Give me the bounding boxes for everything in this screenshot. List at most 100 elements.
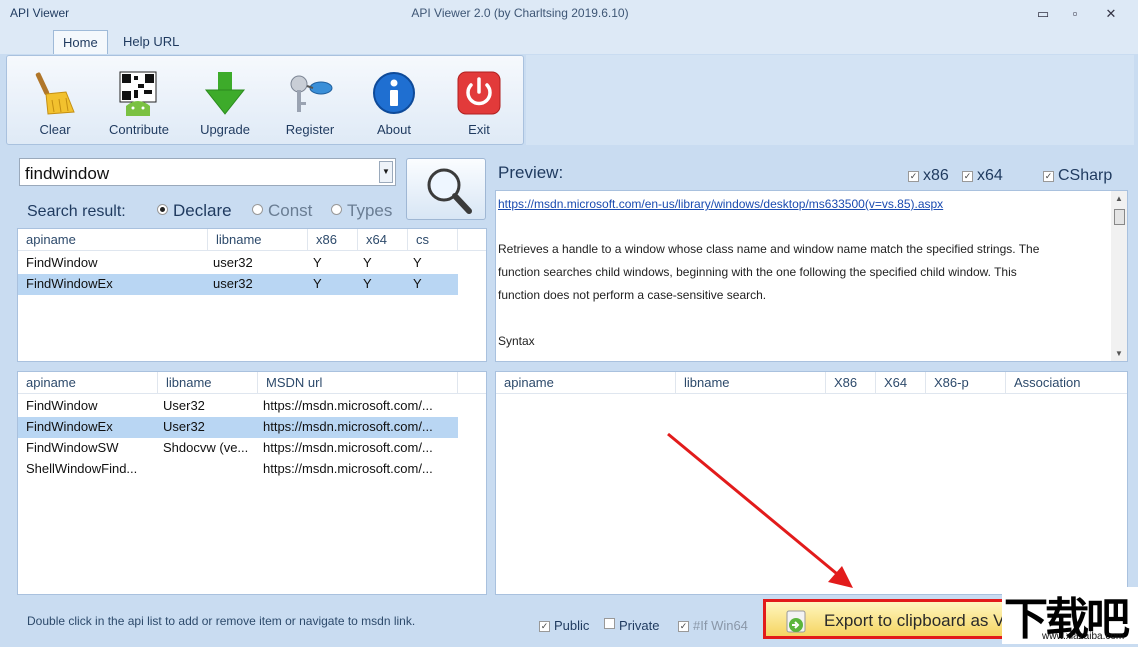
search-result-label: Search result: <box>27 203 126 220</box>
col-association[interactable]: Association <box>1006 372 1127 394</box>
cell-libname: user32 <box>213 255 253 270</box>
window-title: API Viewer 2.0 (by Charltsing 2019.6.10) <box>411 6 629 20</box>
cell-x64: Y <box>363 255 372 270</box>
cell-cs: Y <box>413 255 422 270</box>
watermark-site: www.xiazaiba.com <box>1042 631 1125 642</box>
if-win64-checkbox[interactable]: ✓ #If Win64 <box>678 618 748 633</box>
close-button[interactable]: ✕ <box>1098 4 1124 24</box>
export-label: Export to clipboard as V <box>824 611 1005 630</box>
check-icon: ✓ <box>539 621 550 632</box>
msdn-link[interactable]: https://msdn.microsoft.com/en-us/library… <box>498 197 943 211</box>
scroll-thumb[interactable] <box>1114 209 1125 225</box>
private-checkbox[interactable]: Private <box>604 618 659 633</box>
down-arrow-icon <box>204 72 246 115</box>
preview-scrollbar[interactable]: ▲ ▼ <box>1111 191 1127 361</box>
preview-line: Retrieves a handle to a window whose cla… <box>498 242 1040 256</box>
upgrade-label: Upgrade <box>200 122 250 137</box>
search-input[interactable]: findwindow <box>25 164 109 184</box>
exit-button[interactable]: Exit <box>439 62 519 140</box>
info-icon <box>373 72 415 114</box>
search-button[interactable] <box>406 158 486 220</box>
clipboard-icon <box>786 610 806 633</box>
col-x86[interactable]: x86 <box>308 229 358 251</box>
x86-checkbox-label: x86 <box>923 167 949 184</box>
clear-label: Clear <box>39 122 71 137</box>
table-row[interactable]: FindWindowEx user32 Y Y Y <box>18 274 458 295</box>
about-button[interactable]: About <box>354 62 434 140</box>
cell-apiname: ShellWindowFind... <box>26 461 138 476</box>
exit-label: Exit <box>468 122 490 137</box>
table-row[interactable]: ShellWindowFind... https://msdn.microsof… <box>18 459 458 480</box>
minimize-button[interactable]: ▭ <box>1030 4 1056 24</box>
col-cs[interactable]: cs <box>408 229 458 251</box>
public-checkbox[interactable]: ✓ Public <box>539 618 589 633</box>
broom-icon <box>35 72 75 115</box>
preview-line: function searches child windows, beginni… <box>498 265 1017 279</box>
table-row[interactable]: FindWindow user32 Y Y Y <box>18 253 458 274</box>
col-x86[interactable]: X86 <box>826 372 876 394</box>
upgrade-button[interactable]: Upgrade <box>185 62 265 140</box>
association-list[interactable]: apiname libname X86 X64 X86-p Associatio… <box>495 371 1128 595</box>
power-icon <box>457 71 501 115</box>
contribute-button[interactable]: Contribute <box>99 62 179 140</box>
restore-button[interactable]: ▫ <box>1062 4 1088 24</box>
x86-checkbox[interactable]: ✓ x86 <box>908 167 949 185</box>
preview-label: Preview: <box>498 163 564 182</box>
preview-pane[interactable]: https://msdn.microsoft.com/en-us/library… <box>495 190 1128 362</box>
x64-checkbox[interactable]: ✓ x64 <box>962 167 1003 185</box>
public-checkbox-label: Public <box>554 618 590 633</box>
radio-types[interactable]: Types <box>331 201 392 221</box>
x64-checkbox-label: x64 <box>977 167 1003 184</box>
col-x64[interactable]: X64 <box>876 372 926 394</box>
radio-declare[interactable]: Declare <box>157 201 232 221</box>
check-icon: ✓ <box>678 621 689 632</box>
col-x64[interactable]: x64 <box>358 229 408 251</box>
magnifier-icon <box>427 168 472 214</box>
col-apiname[interactable]: apiname <box>496 372 676 394</box>
cell-apiname: FindWindow <box>26 398 98 413</box>
chevron-down-icon[interactable]: ▼ <box>379 161 393 183</box>
title-bar: API Viewer API Viewer 2.0 (by Charltsing… <box>0 0 1138 28</box>
table-row[interactable]: FindWindowSW Shdocvw (ve... https://msdn… <box>18 438 458 459</box>
contribute-label: Contribute <box>109 122 169 137</box>
scroll-up-icon[interactable]: ▲ <box>1115 194 1123 203</box>
col-apiname[interactable]: apiname <box>18 372 158 394</box>
col-apiname[interactable]: apiname <box>18 229 208 251</box>
about-label: About <box>377 122 411 137</box>
cell-url: https://msdn.microsoft.com/... <box>263 419 433 434</box>
cell-x86: Y <box>313 255 322 270</box>
search-combo[interactable]: findwindow ▼ <box>19 158 396 186</box>
preview-line: function does not perform a case-sensiti… <box>498 288 767 302</box>
results-header: apiname libname x86 x64 cs <box>18 229 486 251</box>
tab-help-url[interactable]: Help URL <box>114 30 188 54</box>
scroll-down-icon[interactable]: ▼ <box>1115 349 1123 358</box>
col-libname[interactable]: libname <box>676 372 826 394</box>
tab-home[interactable]: Home <box>53 30 108 54</box>
col-x86-p[interactable]: X86-p <box>926 372 1006 394</box>
table-row[interactable]: FindWindow User32 https://msdn.microsoft… <box>18 396 458 417</box>
table-row[interactable]: FindWindowEx User32 https://msdn.microso… <box>18 417 458 438</box>
cell-apiname: FindWindowSW <box>26 440 119 455</box>
export-clipboard-button[interactable]: Export to clipboard as V <box>763 599 1025 639</box>
preview-syntax: Syntax <box>498 334 535 348</box>
clear-button[interactable]: Clear <box>15 62 95 140</box>
ribbon-group: Clear Contribute Upgrade Register About … <box>6 55 524 145</box>
results-list[interactable]: apiname libname x86 x64 cs FindWindow us… <box>17 228 487 362</box>
cell-apiname: FindWindowEx <box>26 276 113 291</box>
check-icon: ✓ <box>962 171 973 182</box>
radio-types-label: Types <box>347 201 393 220</box>
cell-libname: Shdocvw (ve... <box>163 440 249 455</box>
col-msdn-url[interactable]: MSDN url <box>258 372 458 394</box>
radio-dot-icon <box>157 204 168 215</box>
col-libname[interactable]: libname <box>158 372 258 394</box>
cell-url: https://msdn.microsoft.com/... <box>263 440 433 455</box>
key-icon <box>290 75 333 112</box>
msdn-header: apiname libname MSDN url <box>18 372 486 394</box>
csharp-checkbox[interactable]: ✓ CSharp <box>1043 167 1112 185</box>
cell-url: https://msdn.microsoft.com/... <box>263 398 433 413</box>
col-libname[interactable]: libname <box>208 229 308 251</box>
register-button[interactable]: Register <box>270 62 350 140</box>
radio-const[interactable]: Const <box>252 201 312 221</box>
msdn-list[interactable]: apiname libname MSDN url FindWindow User… <box>17 371 487 595</box>
cell-apiname: FindWindow <box>26 255 98 270</box>
